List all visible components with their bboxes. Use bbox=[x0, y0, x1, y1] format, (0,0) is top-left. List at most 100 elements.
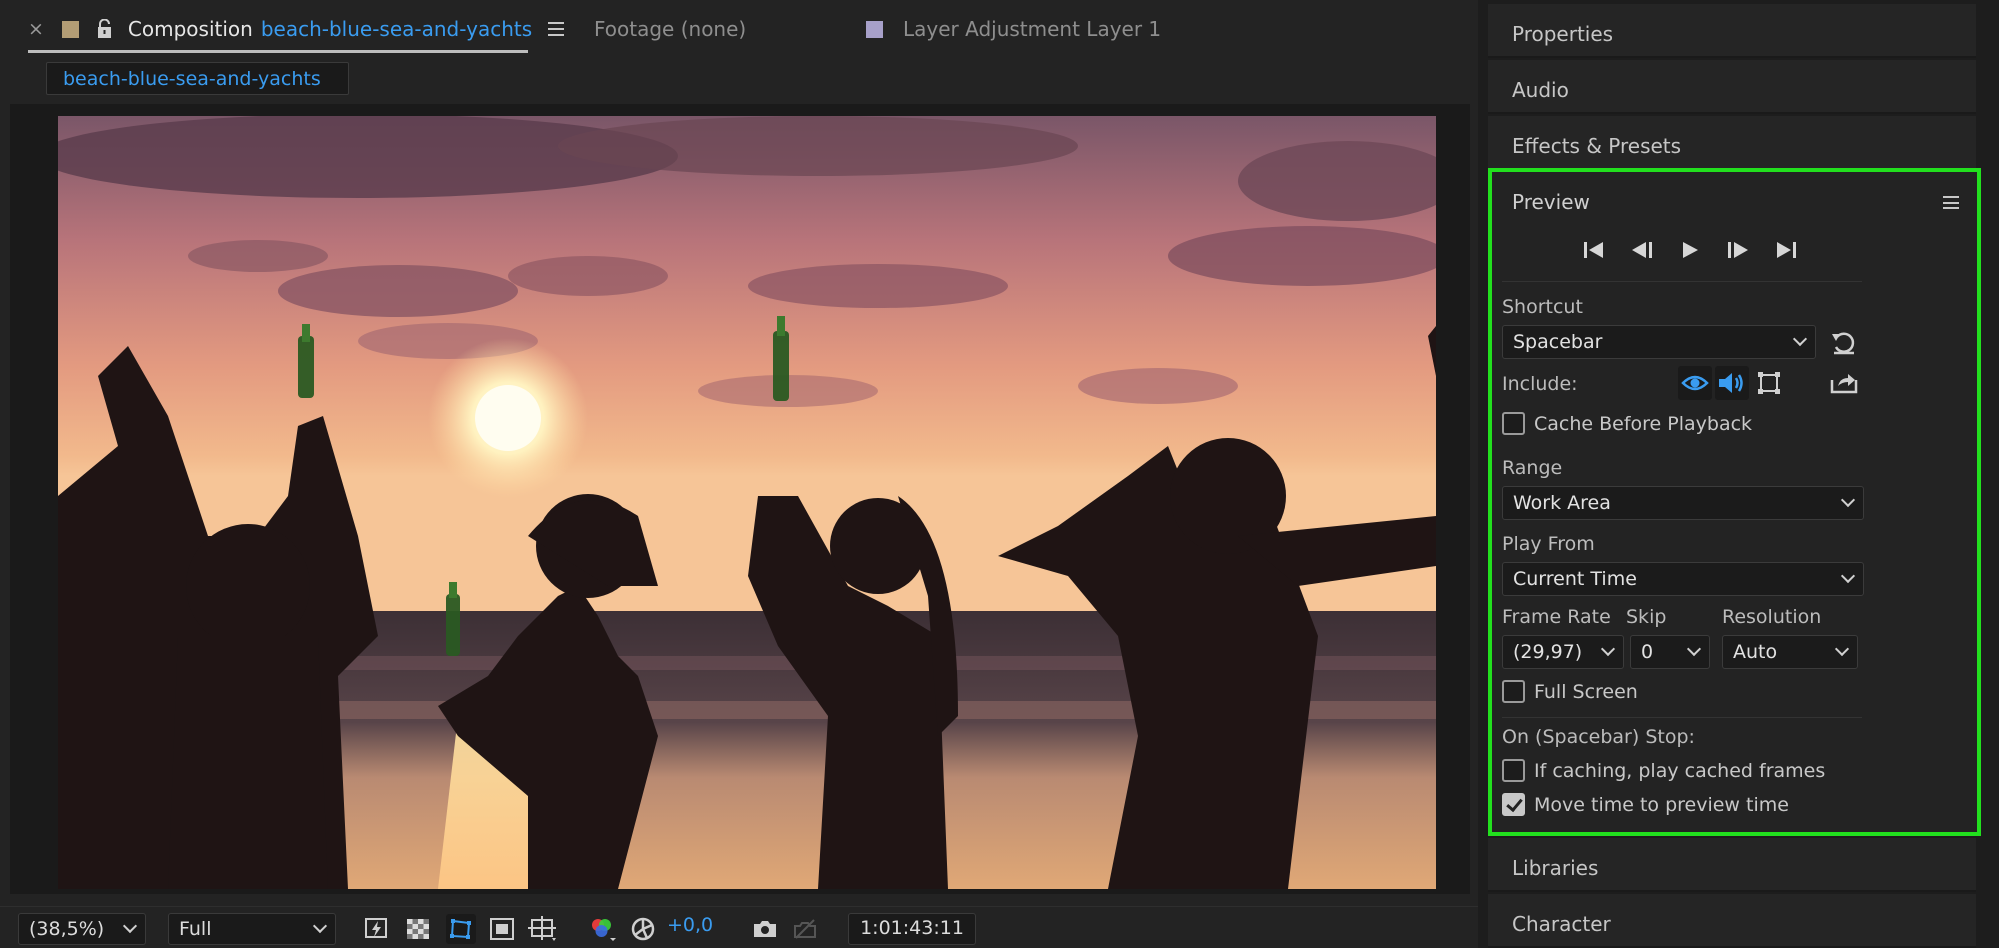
chevron-down-icon bbox=[312, 918, 328, 934]
full-screen-checkbox[interactable]: Full Screen bbox=[1502, 680, 1638, 703]
next-frame-button[interactable] bbox=[1724, 236, 1752, 264]
divider bbox=[1502, 281, 1862, 282]
checkbox-box bbox=[1502, 412, 1525, 435]
grid-guides-icon[interactable] bbox=[528, 916, 558, 942]
range-value: Work Area bbox=[1513, 492, 1611, 514]
snapshot-camera-icon[interactable] bbox=[752, 916, 778, 942]
play-from-value: Current Time bbox=[1513, 568, 1637, 590]
checkbox-box-checked bbox=[1502, 793, 1525, 816]
cache-before-playback-checkbox[interactable]: Cache Before Playback bbox=[1502, 412, 1752, 435]
last-frame-icon bbox=[1777, 242, 1796, 258]
panel-character-label: Character bbox=[1512, 912, 1611, 936]
include-audio-toggle[interactable] bbox=[1715, 366, 1749, 400]
region-of-interest-icon[interactable] bbox=[489, 916, 515, 942]
chevron-down-icon bbox=[1840, 568, 1856, 584]
composition-breadcrumb[interactable]: beach-blue-sea-and-yachts bbox=[46, 62, 349, 95]
resolution-dropdown[interactable]: Full bbox=[168, 913, 336, 945]
lock-icon[interactable] bbox=[96, 19, 113, 39]
active-tab-underline bbox=[28, 50, 528, 53]
export-icon[interactable] bbox=[1830, 370, 1858, 396]
composition-tab-prefix: Composition bbox=[127, 17, 253, 41]
tab-footage[interactable]: Footage (none) bbox=[594, 17, 746, 41]
skip-dropdown[interactable]: 0 bbox=[1630, 635, 1710, 669]
mask-visibility-icon[interactable] bbox=[446, 914, 476, 944]
speaker-icon bbox=[1719, 373, 1743, 393]
include-label: Include: bbox=[1502, 373, 1578, 395]
composition-tab-bar: × Composition beach-blue-sea-and-yachts … bbox=[0, 0, 1478, 58]
move-time-checkbox[interactable]: Move time to preview time bbox=[1502, 793, 1789, 816]
range-dropdown[interactable]: Work Area bbox=[1502, 486, 1864, 520]
play-from-dropdown[interactable]: Current Time bbox=[1502, 562, 1864, 596]
frame-rate-value: (29,97) bbox=[1513, 641, 1583, 663]
close-tab-icon[interactable]: × bbox=[28, 18, 44, 40]
eye-icon bbox=[1681, 375, 1709, 391]
current-time-display[interactable]: 1:01:43:11 bbox=[848, 913, 976, 945]
transport-controls bbox=[1580, 236, 1800, 266]
panel-audio-label: Audio bbox=[1512, 78, 1569, 102]
last-frame-button[interactable] bbox=[1772, 236, 1800, 264]
resolution-dropdown[interactable]: Auto bbox=[1722, 635, 1858, 669]
transparency-grid-icon[interactable] bbox=[405, 916, 431, 942]
right-dock: Properties Audio Effects & Presets Previ… bbox=[1488, 0, 1999, 948]
chevron-down-icon bbox=[1686, 641, 1702, 657]
previous-frame-button[interactable] bbox=[1628, 236, 1656, 264]
cache-before-playback-label: Cache Before Playback bbox=[1534, 412, 1753, 435]
chevron-down-icon bbox=[122, 918, 138, 934]
fast-previews-icon[interactable] bbox=[364, 916, 390, 942]
preview-panel: Preview Shortcut Spacebar Include: Cache… bbox=[1488, 168, 1981, 836]
full-screen-label: Full Screen bbox=[1534, 680, 1638, 703]
exposure-reset-icon[interactable] bbox=[630, 916, 656, 942]
include-overlays-toggle[interactable] bbox=[1752, 366, 1786, 400]
panel-effects-presets-label: Effects & Presets bbox=[1512, 134, 1682, 158]
shortcut-label: Shortcut bbox=[1502, 296, 1583, 318]
chevron-down-icon bbox=[1792, 331, 1808, 347]
magnification-value: (38,5%) bbox=[29, 918, 105, 940]
frame-rate-label: Frame Rate bbox=[1502, 606, 1611, 628]
tab-layer-label: Layer Adjustment Layer 1 bbox=[903, 17, 1162, 41]
composition-color-swatch bbox=[61, 20, 79, 38]
on-stop-label: On (Spacebar) Stop: bbox=[1502, 726, 1695, 748]
reset-icon[interactable] bbox=[1830, 330, 1858, 356]
tab-layer[interactable]: Layer Adjustment Layer 1 bbox=[866, 17, 1161, 41]
if-caching-checkbox[interactable]: If caching, play cached frames bbox=[1502, 759, 1825, 782]
skip-value: 0 bbox=[1641, 641, 1654, 663]
checkbox-box bbox=[1502, 680, 1525, 703]
magnification-dropdown[interactable]: (38,5%) bbox=[18, 913, 146, 945]
play-button[interactable] bbox=[1676, 236, 1704, 264]
panel-libraries[interactable]: Libraries bbox=[1488, 838, 1976, 892]
panel-audio[interactable]: Audio bbox=[1488, 60, 1976, 114]
first-frame-button[interactable] bbox=[1580, 236, 1608, 264]
panel-menu-icon[interactable] bbox=[1943, 196, 1959, 209]
tab-composition[interactable]: × Composition beach-blue-sea-and-yachts bbox=[28, 17, 565, 41]
if-caching-label: If caching, play cached frames bbox=[1534, 759, 1826, 782]
panel-properties-label: Properties bbox=[1512, 22, 1614, 46]
composition-tab-name: beach-blue-sea-and-yachts bbox=[260, 17, 533, 41]
frame-rate-dropdown[interactable]: (29,97) bbox=[1502, 635, 1624, 669]
exposure-value[interactable]: +0,0 bbox=[667, 914, 713, 936]
overlay-layers-icon bbox=[1758, 372, 1780, 394]
panel-character[interactable]: Character bbox=[1488, 894, 1976, 948]
composition-preview-image[interactable] bbox=[58, 116, 1436, 889]
resolution-value: Full bbox=[179, 918, 212, 940]
next-frame-icon bbox=[1728, 242, 1748, 258]
panel-menu-icon[interactable] bbox=[548, 22, 565, 36]
skip-label: Skip bbox=[1626, 606, 1667, 628]
checkbox-box bbox=[1502, 759, 1525, 782]
show-snapshot-icon[interactable] bbox=[792, 916, 818, 942]
channel-color-icon[interactable] bbox=[588, 916, 618, 942]
previous-frame-icon bbox=[1632, 242, 1652, 258]
panel-libraries-label: Libraries bbox=[1512, 856, 1599, 880]
shortcut-value: Spacebar bbox=[1513, 331, 1603, 353]
include-video-toggle[interactable] bbox=[1678, 366, 1712, 400]
shortcut-dropdown[interactable]: Spacebar bbox=[1502, 325, 1816, 359]
move-time-label: Move time to preview time bbox=[1534, 793, 1789, 816]
viewer-toolbar: (38,5%) Full 1:01:43:11 bbox=[0, 906, 1478, 948]
panel-effects-presets[interactable]: Effects & Presets bbox=[1488, 116, 1976, 170]
preview-title: Preview bbox=[1512, 190, 1590, 214]
beach-sunset-image bbox=[58, 116, 1436, 889]
chevron-down-icon bbox=[1840, 492, 1856, 508]
panel-properties[interactable]: Properties bbox=[1488, 4, 1976, 58]
play-from-label: Play From bbox=[1502, 533, 1595, 555]
play-icon bbox=[1683, 242, 1698, 258]
first-frame-icon bbox=[1584, 242, 1603, 258]
